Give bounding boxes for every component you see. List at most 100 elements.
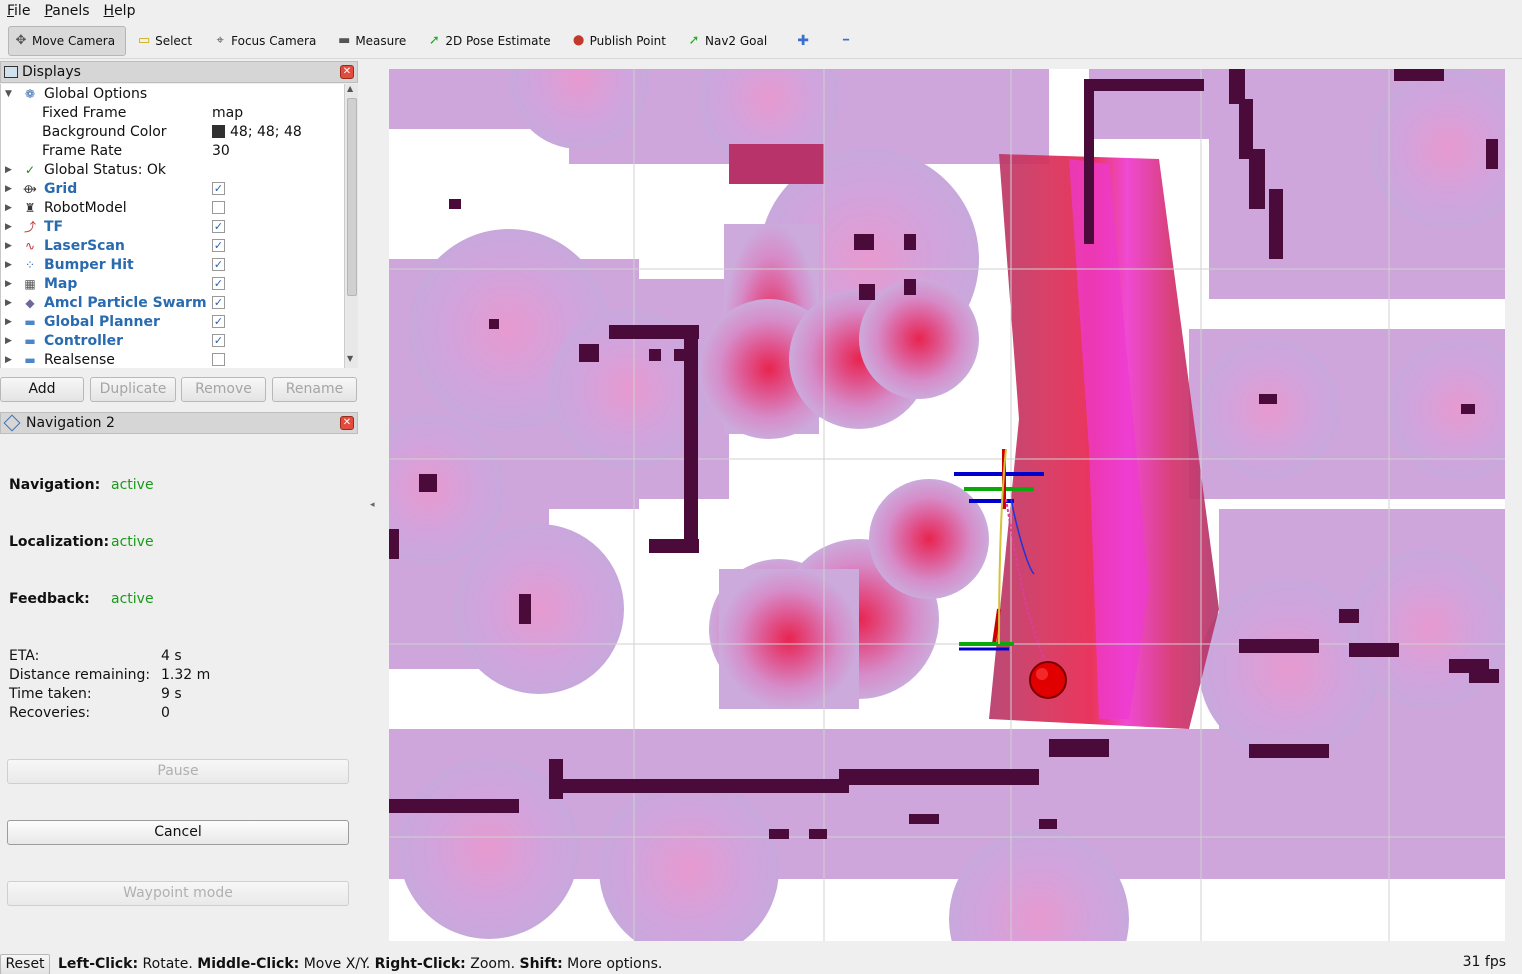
scroll-up-icon[interactable]: ▲ — [347, 84, 353, 93]
tool-publish-point[interactable]: ⬤ Publish Point — [567, 26, 676, 56]
collapsed-arrow-icon[interactable]: ▶ — [5, 317, 12, 327]
tf-axes-icon: ⤴ — [23, 220, 36, 234]
enable-checkbox[interactable]: ✓ — [212, 315, 225, 328]
collapsed-arrow-icon[interactable]: ▶ — [5, 279, 12, 289]
folder-icon: ▬ — [24, 314, 36, 329]
collapse-arrow-icon[interactable]: ◂ — [370, 500, 375, 510]
plus-icon[interactable]: ✚ — [783, 26, 823, 56]
enable-checkbox[interactable] — [212, 201, 225, 214]
displays-scrollbar[interactable]: ▲ ▼ — [344, 84, 358, 368]
property-value[interactable]: 30 — [212, 143, 230, 159]
displays-tree: ▼ ❁ Global Options Fixed Frame map Background… — [0, 84, 344, 368]
displays-button-row: Add Duplicate Remove Rename — [0, 377, 358, 403]
display-name: Bumper Hit — [44, 256, 134, 273]
select-icon: ▭ — [137, 32, 151, 48]
display-row-global-status-ok[interactable]: ▶ ✓ Global Status: Ok — [1, 160, 344, 179]
display-name: Realsense — [44, 351, 115, 368]
navigation-label: Navigation: — [9, 477, 101, 493]
close-icon[interactable]: ✕ — [340, 65, 354, 79]
collapsed-arrow-icon[interactable]: ▶ — [5, 336, 12, 346]
display-name: Global Planner — [44, 313, 160, 330]
panel-splitter[interactable]: ◂ — [366, 60, 380, 940]
hint-text: Rotate. — [138, 956, 198, 972]
display-row-global-options[interactable]: ▼ ❁ Global Options — [1, 84, 344, 103]
collapsed-arrow-icon[interactable]: ▶ — [5, 355, 12, 365]
cancel-button[interactable]: Cancel — [7, 820, 349, 845]
reset-button[interactable]: Reset — [0, 954, 50, 974]
tool-focus-camera[interactable]: ⌖ Focus Camera — [208, 26, 326, 56]
minus-icon[interactable]: ━ — [829, 26, 863, 56]
display-row-background-color[interactable]: Background Color 48; 48; 48 — [1, 122, 344, 141]
enable-checkbox[interactable]: ✓ — [212, 182, 225, 195]
enable-checkbox[interactable]: ✓ — [212, 239, 225, 252]
display-row-bumper-hit[interactable]: ▶ ⁘ Bumper Hit ✓ — [1, 255, 344, 274]
time-taken-label: Time taken: — [9, 686, 92, 702]
add-display-button[interactable]: Add — [0, 377, 84, 402]
collapsed-arrow-icon[interactable]: ▶ — [5, 203, 12, 213]
focus-camera-icon: ⌖ — [216, 32, 224, 48]
display-row-global-planner[interactable]: ▶ ▬ Global Planner ✓ — [1, 312, 344, 331]
display-row-fixed-frame[interactable]: Fixed Frame map — [1, 103, 344, 122]
navigation-status: active — [111, 477, 154, 493]
tool-select[interactable]: ▭ Select — [132, 26, 202, 56]
tool-measure[interactable]: ▬ Measure — [332, 26, 416, 56]
scrollbar-thumb[interactable] — [347, 98, 357, 296]
waypoint-mode-button[interactable]: Waypoint mode — [7, 881, 349, 906]
render-viewport[interactable] — [389, 69, 1505, 941]
display-row-map[interactable]: ▶ ▦ Map ✓ — [1, 274, 344, 293]
property-value[interactable]: map — [212, 105, 243, 121]
navigation-panel-title: Navigation 2 — [26, 415, 115, 431]
display-row-realsense[interactable]: ▶ ▬ Realsense — [1, 350, 344, 368]
display-row-amcl-particle-swarm[interactable]: ▶ ◆ Amcl Particle Swarm ✓ — [1, 293, 344, 312]
enable-checkbox[interactable]: ✓ — [212, 296, 225, 309]
recoveries-value: 0 — [161, 705, 170, 721]
menu-panels[interactable]: Panels — [37, 3, 96, 19]
expanded-arrow-icon[interactable]: ▼ — [5, 89, 12, 99]
color-swatch[interactable] — [212, 125, 225, 138]
menu-help[interactable]: Help — [97, 3, 143, 19]
close-icon[interactable]: ✕ — [340, 416, 354, 430]
duplicate-display-button[interactable]: Duplicate — [90, 377, 176, 402]
grid-icon: ⟴ — [23, 181, 37, 196]
scroll-down-icon[interactable]: ▼ — [347, 354, 353, 363]
property-value[interactable]: 48; 48; 48 — [230, 124, 302, 140]
bumper-hit-icon: ⁘ — [24, 257, 36, 272]
move-camera-icon: ✥ — [15, 32, 27, 48]
enable-checkbox[interactable] — [212, 353, 225, 366]
feedback-status: active — [111, 591, 154, 607]
display-row-frame-rate[interactable]: Frame Rate 30 — [1, 141, 344, 160]
eta-label: ETA: — [9, 648, 40, 664]
display-row-grid[interactable]: ▶ ⟴ Grid ✓ — [1, 179, 344, 198]
display-name: Global Options — [44, 85, 148, 102]
enable-checkbox[interactable]: ✓ — [212, 334, 225, 347]
display-row-tf[interactable]: ▶ ⤴ TF ✓ — [1, 217, 344, 236]
tool-nav2-goal[interactable]: ➚ Nav2 Goal — [682, 26, 777, 56]
tool-label: Nav2 Goal — [705, 33, 768, 48]
enable-checkbox[interactable]: ✓ — [212, 220, 225, 233]
folder-icon: ▬ — [24, 352, 36, 367]
display-row-robotmodel[interactable]: ▶ ♜ RobotModel — [1, 198, 344, 217]
tool-2d-pose-estimate[interactable]: ➚ 2D Pose Estimate — [422, 26, 560, 56]
display-name: Global Status: Ok — [44, 161, 167, 178]
collapsed-arrow-icon[interactable]: ▶ — [5, 222, 12, 232]
tool-move-camera[interactable]: ✥ Move Camera — [8, 25, 127, 56]
tool-label: Publish Point — [589, 33, 666, 48]
tool-label: Select — [155, 33, 193, 48]
hint-text: More options. — [562, 956, 663, 972]
robot-model-icon: ♜ — [24, 200, 36, 215]
enable-checkbox[interactable]: ✓ — [212, 277, 225, 290]
collapsed-arrow-icon[interactable]: ▶ — [5, 241, 12, 251]
collapsed-arrow-icon[interactable]: ▶ — [5, 298, 12, 308]
rename-display-button[interactable]: Rename — [272, 377, 357, 402]
display-row-controller[interactable]: ▶ ▬ Controller ✓ — [1, 331, 344, 350]
navigation-panel-header: Navigation 2 ✕ — [0, 412, 358, 434]
collapsed-arrow-icon[interactable]: ▶ — [5, 184, 12, 194]
pause-button[interactable]: Pause — [7, 759, 349, 784]
remove-display-button[interactable]: Remove — [181, 377, 266, 402]
display-row-laserscan[interactable]: ▶ ∿ LaserScan ✓ — [1, 236, 344, 255]
collapsed-arrow-icon[interactable]: ▶ — [5, 260, 12, 270]
collapsed-arrow-icon[interactable]: ▶ — [5, 165, 12, 175]
enable-checkbox[interactable]: ✓ — [212, 258, 225, 271]
menu-file[interactable]: File — [0, 3, 37, 19]
goal-marker — [1029, 661, 1067, 699]
